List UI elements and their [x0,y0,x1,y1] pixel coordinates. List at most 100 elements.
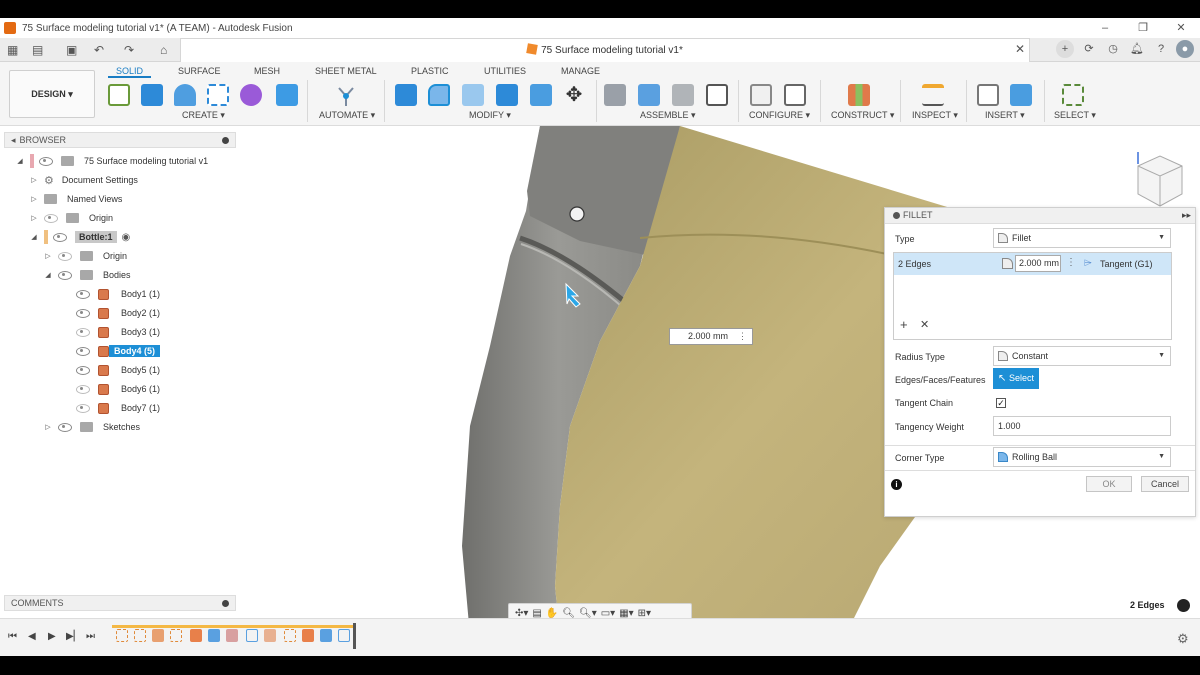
grid-settings-icon[interactable]: ▦▾ [619,608,633,619]
look-at-icon[interactable]: ▤ [532,608,541,619]
zoom-window-icon[interactable]: 🔍︎▾ [579,608,597,619]
tree-item-body5[interactable]: Body5 (1) [76,361,160,379]
job-status-icon[interactable]: ◷ [1104,40,1122,58]
tree-item-body2[interactable]: Body2 (1) [76,304,160,322]
group-insert[interactable]: INSERT ▾ [985,110,1025,121]
tab-plastic[interactable]: PLASTIC [411,66,449,76]
panel-pin-icon[interactable] [222,600,229,607]
new-tab-icon[interactable]: + [1056,40,1074,58]
minimize-button[interactable]: – [1086,18,1124,38]
create-sketch-icon[interactable] [108,84,130,106]
configure-icon[interactable] [750,84,772,106]
timeline-feature-sketch[interactable] [116,629,128,642]
timeline-feature-extrude[interactable] [302,629,314,642]
table-row[interactable]: 2 Edges 2.000 mm ⋮ ⌲ Tangent (G1) [894,253,1171,275]
joint-icon[interactable] [638,84,660,106]
save-icon[interactable]: ▣ [66,43,77,57]
step-forward-icon[interactable]: ▶▏ [66,631,81,642]
help-icon[interactable]: ? [1152,40,1170,58]
tab-surface[interactable]: SURFACE [178,66,221,76]
tree-item-body7[interactable]: Body7 (1) [76,399,160,417]
display-settings-icon[interactable]: ▭▾ [601,608,615,619]
tab-sheet-metal[interactable]: SHEET METAL [315,66,377,76]
tree-item-bottle-origin[interactable]: ▷ Origin [44,247,127,265]
radius-type-dropdown[interactable]: Constant ▼ [993,346,1171,366]
visibility-icon[interactable] [76,327,90,337]
tree-item-document-settings[interactable]: ▷ ⚙ Document Settings [30,171,138,189]
pan-icon[interactable]: ✋ [546,608,558,619]
undo-icon[interactable]: ↶ [94,43,104,57]
tree-item-bodies[interactable]: ◢ Bodies [44,266,131,284]
group-automate[interactable]: AUTOMATE ▾ [319,110,375,121]
new-component-icon[interactable] [604,84,626,106]
select-window-icon[interactable] [1062,84,1084,106]
visibility-icon[interactable] [76,346,90,356]
timeline-feature-split[interactable] [208,629,220,642]
go-to-end-icon[interactable]: ⏭ [86,631,95,642]
group-configure[interactable]: CONFIGURE ▾ [749,110,810,121]
orbit-icon[interactable]: ✣▾ [515,608,528,619]
visibility-icon[interactable] [76,289,90,299]
tree-item-body4[interactable]: Body4 (5) [76,342,161,360]
home-icon[interactable]: ⌂ [160,43,167,57]
select-edges-button[interactable]: ↖ Select [993,368,1039,389]
visibility-icon[interactable] [44,213,58,223]
tree-item-document[interactable]: ◢ 75 Surface modeling tutorial v1 [16,152,208,170]
extrude-icon[interactable] [141,84,163,106]
redo-icon[interactable]: ↷ [124,43,134,57]
continuity-dropdown[interactable]: Tangent (G1) [1100,259,1153,269]
timeline-feature-revolve[interactable] [152,629,164,642]
tab-utilities[interactable]: UTILITIES [484,66,526,76]
combine-icon[interactable] [530,84,552,106]
tree-item-origin[interactable]: ▷ Origin [30,209,113,227]
revolve-icon[interactable] [174,84,196,106]
insert-image-icon[interactable] [1010,84,1032,106]
tree-item-body6[interactable]: Body6 (1) [76,380,160,398]
timeline-feature-shell[interactable] [246,629,258,642]
remove-icon[interactable]: ✕ [920,318,929,331]
bom-icon[interactable] [706,84,728,106]
cancel-button[interactable]: Cancel [1141,476,1189,492]
tab-mesh[interactable]: MESH [254,66,280,76]
kebab-menu-icon[interactable]: ⋮ [738,329,747,344]
radius-input[interactable]: 2.000 mm [1015,255,1061,272]
chamfer-icon[interactable] [462,84,484,106]
tab-manage[interactable]: MANAGE [561,66,600,76]
expand-dialog-icon[interactable]: ▸▸ [1182,208,1191,223]
dimension-input[interactable]: 2.000 mm ⋮ [669,328,753,345]
group-assemble[interactable]: ASSEMBLE ▾ [640,110,696,121]
browser-header[interactable]: ◂ BROWSER [4,132,236,148]
automate-icon[interactable] [334,84,356,106]
group-select[interactable]: SELECT ▾ [1054,110,1096,121]
dimension-value[interactable]: 2.000 mm [688,331,728,341]
form-icon[interactable] [240,84,262,106]
timeline-settings-gear-icon[interactable]: ⚙ [1177,631,1189,647]
type-dropdown[interactable]: Fillet ▼ [993,228,1171,248]
visibility-icon[interactable] [58,422,72,432]
tangency-weight-input[interactable]: 1.000 [993,416,1171,436]
add-icon[interactable]: + [900,317,908,332]
group-inspect[interactable]: INSPECT ▾ [912,110,958,121]
dialog-header[interactable]: FILLET ▸▸ [885,208,1195,224]
insert-derive-icon[interactable] [977,84,999,106]
fillet-icon[interactable] [428,84,450,106]
group-create[interactable]: CREATE ▾ [182,110,225,121]
workspace-switcher[interactable]: DESIGN ▾ [9,70,95,118]
offset-plane-icon[interactable] [848,84,870,106]
step-back-icon[interactable]: ◀ [28,631,36,642]
sweep-icon[interactable] [207,84,229,106]
comments-header[interactable]: COMMENTS [4,595,236,611]
maximize-button[interactable]: ❐ [1124,18,1162,38]
close-tab-button[interactable]: ✕ [1015,42,1025,56]
avatar[interactable]: ● [1176,40,1194,58]
timeline-feature-move[interactable] [338,629,350,642]
tree-item-bottle-component[interactable]: ◢ Bottle:1 ◉ [30,228,130,246]
timeline-feature-extrude[interactable] [190,629,202,642]
visibility-icon[interactable] [76,308,90,318]
zoom-icon[interactable]: 🔍︎ [562,608,575,619]
timeline-feature-fillet[interactable] [264,629,276,642]
notifications-icon[interactable]: 🔔︎ [1128,40,1146,58]
press-pull-icon[interactable] [395,84,417,106]
timeline-feature-combine[interactable] [226,629,238,642]
move-icon[interactable]: ✥ [563,84,585,106]
